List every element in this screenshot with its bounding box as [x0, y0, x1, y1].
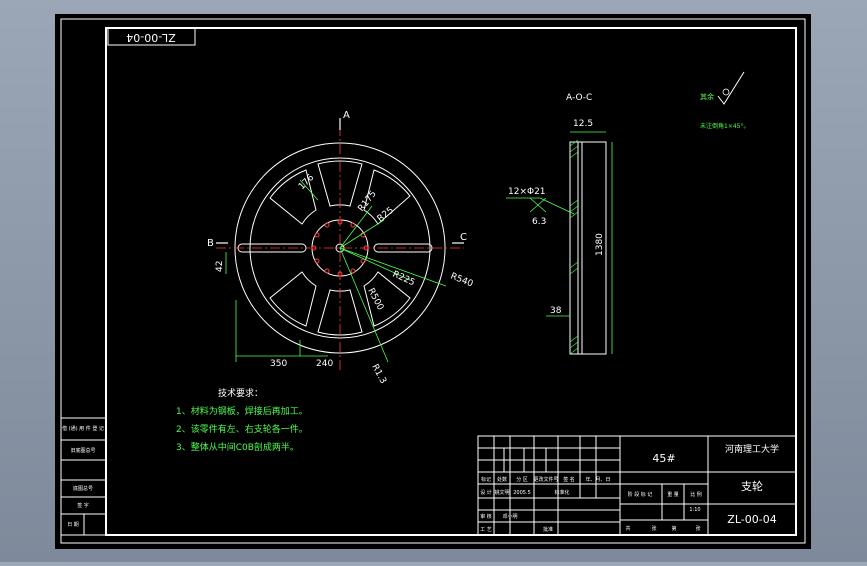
svg-text:旧底图总号: 旧底图总号	[70, 447, 95, 454]
svg-text:1380: 1380	[595, 233, 605, 256]
code-stamp: ZL-00-04	[126, 31, 175, 44]
svg-text:2005.5: 2005.5	[513, 490, 531, 496]
drawing-number: ZL-00-04	[727, 513, 776, 526]
svg-text:年、月、日: 年、月、日	[585, 476, 610, 483]
svg-text:第: 第	[671, 525, 676, 532]
chamfer-note: 未注倒角1×45°。	[700, 122, 749, 130]
cad-viewport: ZL-00-04 A B C 176 R175 R25 R225 R540 R5…	[0, 0, 867, 562]
svg-text:比 例: 比 例	[690, 491, 702, 498]
svg-text:标准化: 标准化	[554, 489, 569, 496]
cut-c-label: C	[460, 232, 467, 243]
svg-text:签 字: 签 字	[77, 502, 89, 509]
svg-text:12×Φ21: 12×Φ21	[508, 187, 546, 197]
svg-text:工 艺: 工 艺	[480, 527, 492, 533]
svg-text:张: 张	[695, 525, 700, 532]
svg-text:批准: 批准	[543, 526, 553, 533]
svg-text:更改文件号: 更改文件号	[533, 476, 558, 483]
svg-text:签 名: 签 名	[563, 476, 575, 483]
svg-text:借 (通) 用 件 登 记: 借 (通) 用 件 登 记	[62, 425, 104, 432]
school-name: 河南理工大学	[725, 443, 779, 455]
svg-text:阶 段 标 记: 阶 段 标 记	[628, 491, 653, 498]
svg-text:处数: 处数	[497, 476, 507, 483]
svg-text:2、该零件有左、右支轮各一件。: 2、该零件有左、右支轮各一件。	[176, 423, 308, 435]
svg-text:12.5: 12.5	[573, 119, 593, 129]
svg-text:分 区: 分 区	[516, 476, 528, 483]
svg-text:共: 共	[625, 525, 630, 532]
svg-text:350: 350	[270, 359, 287, 369]
svg-text:240: 240	[316, 359, 333, 369]
svg-text:标记: 标记	[481, 476, 491, 483]
svg-text:邓小明: 邓小明	[502, 513, 517, 520]
scale: 1:10	[689, 507, 700, 513]
material: 45#	[652, 452, 675, 465]
svg-text:设 计: 设 计	[480, 489, 492, 496]
part-name: 支轮	[741, 479, 763, 493]
svg-text:42: 42	[215, 261, 225, 272]
svg-text:底图总号: 底图总号	[73, 485, 93, 492]
svg-text:1、材料为钢板，焊接后再加工。: 1、材料为钢板，焊接后再加工。	[176, 405, 308, 417]
svg-text:日 期: 日 期	[67, 522, 79, 528]
svg-text:重 量: 重 量	[667, 491, 679, 498]
cut-a-label: A	[343, 110, 350, 121]
svg-text:张: 张	[651, 525, 656, 532]
svg-text:3、整体从中间C0B剖成两半。: 3、整体从中间C0B剖成两半。	[176, 441, 299, 453]
svg-text:技术要求：: 技术要求：	[218, 387, 263, 399]
svg-text:姚文明: 姚文明	[494, 489, 509, 496]
svg-text:6.3: 6.3	[532, 217, 546, 227]
svg-text:其余: 其余	[700, 92, 714, 101]
svg-text:38: 38	[550, 306, 562, 316]
cut-b-label: B	[207, 238, 214, 249]
section-view-label: A-O-C	[566, 93, 592, 103]
svg-text:审 核: 审 核	[480, 513, 492, 520]
